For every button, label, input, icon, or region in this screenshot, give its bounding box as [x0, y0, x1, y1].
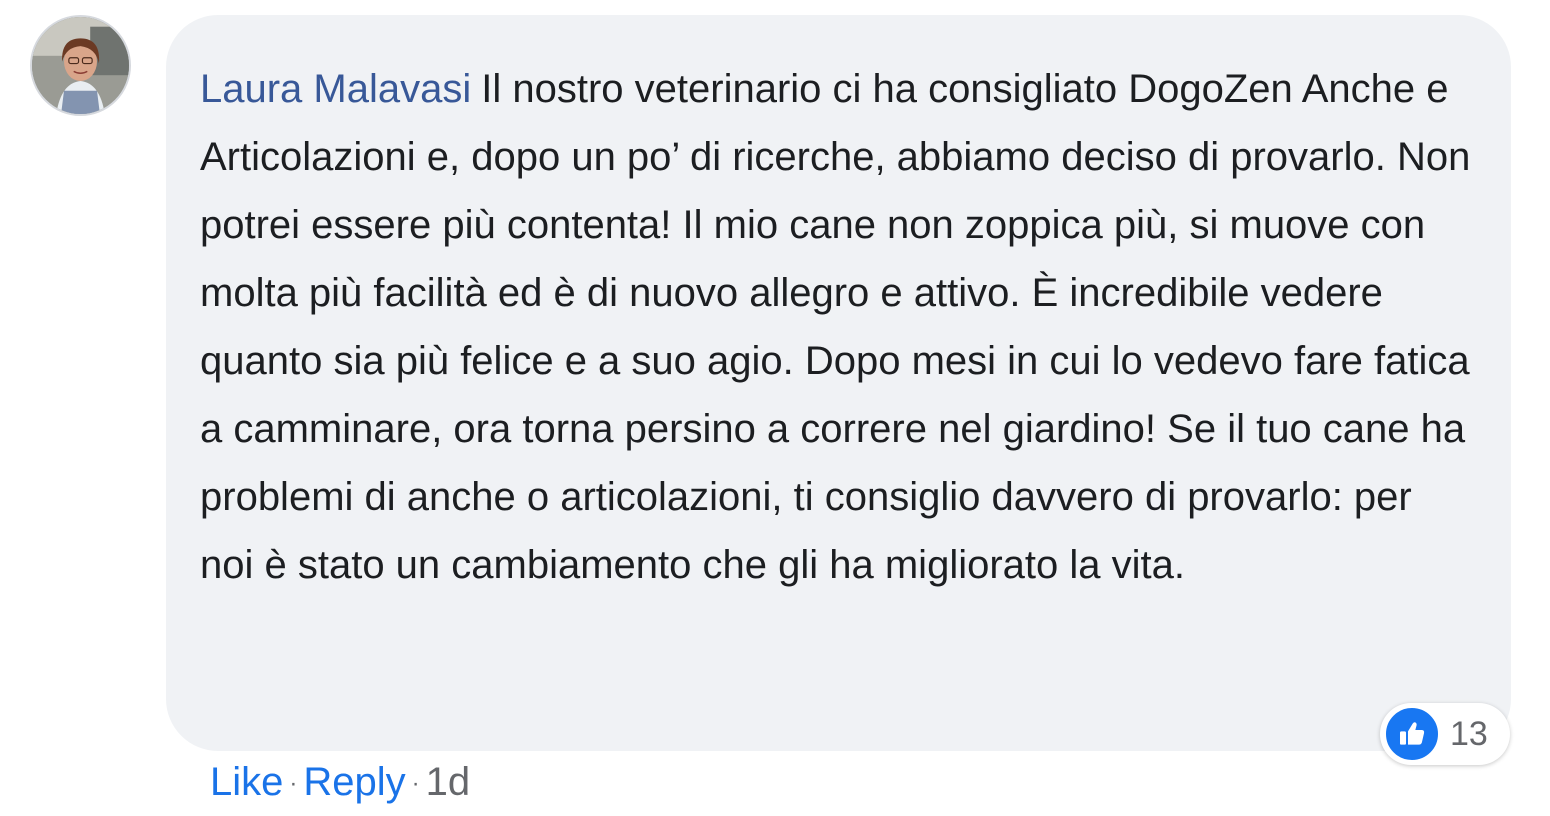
thumbs-up-icon	[1384, 706, 1440, 762]
avatar-photo	[32, 17, 129, 114]
reaction-summary[interactable]: 13	[1380, 703, 1510, 765]
avatar[interactable]	[30, 15, 131, 116]
like-link[interactable]: Like	[210, 760, 283, 804]
comment-actions: Like · Reply · 1d	[210, 756, 470, 814]
separator-dot: ·	[289, 770, 298, 797]
timestamp[interactable]: 1d	[426, 760, 471, 804]
separator-dot: ·	[411, 770, 420, 797]
reply-link[interactable]: Reply	[303, 760, 405, 804]
author-name[interactable]: Laura Malavasi	[200, 67, 471, 111]
reaction-count: 13	[1450, 714, 1488, 753]
comment-body: Laura Malavasi Il nostro veterinario ci h…	[200, 55, 1471, 599]
comment-text: Il nostro veterinario ci ha consigliato …	[200, 67, 1471, 587]
comment-bubble: Laura Malavasi Il nostro veterinario ci h…	[166, 15, 1511, 751]
